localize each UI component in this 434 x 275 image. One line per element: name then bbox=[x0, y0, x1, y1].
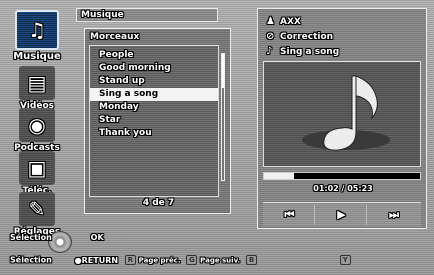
list-item[interactable]: People bbox=[90, 49, 218, 62]
blue-key-icon: B bbox=[246, 255, 258, 265]
track-row: ♪ Sing a song bbox=[266, 45, 339, 58]
now-playing-panel: ♟ AXX ⊘ Correction ♪ Sing a song 01:02 / 05… bbox=[257, 8, 427, 229]
track-name: Sing a song bbox=[280, 47, 340, 57]
sidebar-item-label: Musique bbox=[13, 51, 61, 62]
album-name: Correction bbox=[280, 32, 334, 42]
footer-select-ok: Sélection OK bbox=[10, 233, 104, 242]
track-list: People Good morning Stand up Sing a song… bbox=[89, 45, 219, 197]
green-key-icon: G bbox=[186, 255, 198, 265]
album-row: ⊘ Correction bbox=[266, 30, 333, 43]
playback-controls: ⏮ ▶ ⏭ bbox=[263, 202, 421, 226]
list-item[interactable]: Good morning bbox=[90, 62, 218, 75]
breadcrumb: Musique bbox=[81, 10, 124, 20]
speaker-icon: ◉ bbox=[19, 108, 55, 142]
list-item[interactable]: Thank you bbox=[90, 127, 218, 140]
scrollbar-thumb[interactable] bbox=[222, 54, 224, 88]
previous-track-button[interactable]: ⏮ bbox=[265, 205, 315, 225]
play-button[interactable]: ▶ bbox=[317, 205, 367, 225]
prev-page-hint: Page préc. bbox=[138, 256, 181, 265]
film-icon: ▤ bbox=[19, 66, 55, 100]
next-track-button[interactable]: ⏭ bbox=[369, 205, 419, 225]
artist-name: AXX bbox=[280, 17, 301, 27]
artist-row: ♟ AXX bbox=[266, 15, 301, 28]
sidebar-item-musique[interactable]: ♫ Musique bbox=[8, 10, 66, 62]
music-note-icon: ♪ bbox=[266, 46, 273, 57]
track-list-panel: Morceaux People Good morning Stand up Si… bbox=[84, 28, 231, 214]
download-icon: ▣ bbox=[19, 151, 55, 185]
wrench-icon: ✎ bbox=[19, 192, 55, 226]
progress-fill bbox=[264, 173, 294, 179]
footer-key-hints: Sélection ●RETURN R Page préc. G Page su… bbox=[10, 255, 351, 265]
ok-label: OK bbox=[90, 233, 104, 242]
red-key-icon: R bbox=[124, 255, 136, 265]
list-scrollbar[interactable] bbox=[221, 53, 225, 181]
list-item[interactable]: Monday bbox=[90, 101, 218, 114]
person-icon: ♟ bbox=[266, 16, 275, 27]
return-hint: ●RETURN bbox=[74, 255, 119, 265]
select-label: Sélection bbox=[10, 233, 52, 242]
disc-icon: ⊘ bbox=[266, 31, 275, 42]
list-item[interactable]: Stand up bbox=[90, 75, 218, 88]
yellow-key-icon: Y bbox=[339, 255, 351, 265]
select-label: Sélection bbox=[10, 255, 52, 265]
next-page-hint: Page suiv. bbox=[200, 256, 241, 265]
list-item[interactable]: Star bbox=[90, 114, 218, 127]
album-art bbox=[263, 61, 421, 167]
music-note-icon: ♫ bbox=[15, 10, 59, 50]
breadcrumb-panel: Musique bbox=[76, 8, 218, 22]
playback-time: 01:02 / 05:23 bbox=[313, 184, 373, 193]
playback-progress-bar[interactable] bbox=[263, 172, 421, 180]
music-note-artwork-icon bbox=[302, 75, 390, 151]
list-title: Morceaux bbox=[90, 32, 140, 42]
page-indicator: 4 de 7 bbox=[142, 198, 175, 208]
list-item-selected[interactable]: Sing a song bbox=[90, 88, 218, 101]
